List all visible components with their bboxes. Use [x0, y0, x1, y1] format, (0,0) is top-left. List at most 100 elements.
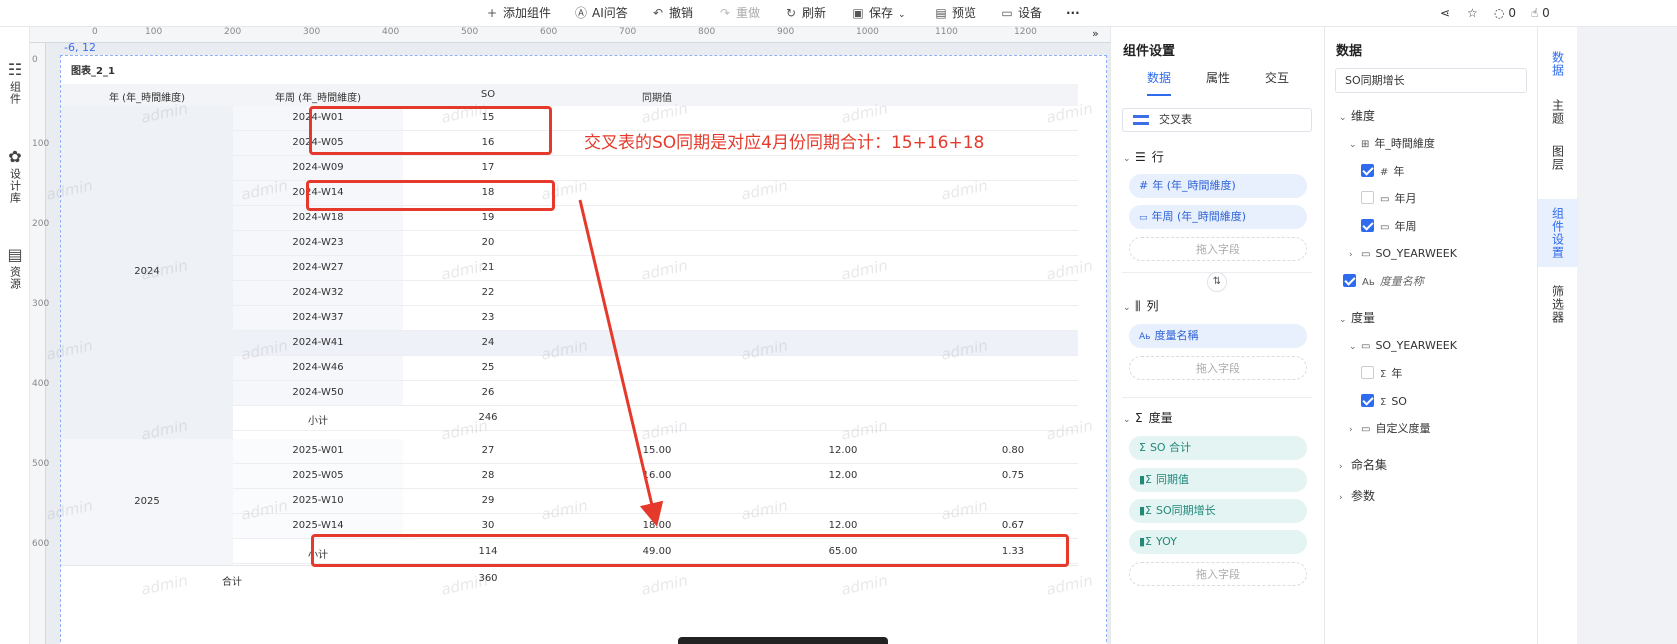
measure-drop-zone[interactable]: 拖入字段 — [1129, 562, 1307, 586]
measure-section[interactable]: ⌄ 度量 — [1339, 310, 1375, 326]
checkbox-checked[interactable] — [1361, 219, 1374, 232]
checkbox-checked[interactable] — [1361, 394, 1374, 407]
chart-component[interactable]: 图表_2_1 年 (年_時間維度) 年周 (年_時間維度) SO 同期值 202… — [45, 55, 1107, 644]
chevron-down-icon: ⌄ — [1123, 303, 1131, 313]
redo-button[interactable]: ↷ 重做 — [718, 4, 760, 22]
tab-theme[interactable]: 主题 — [1538, 93, 1578, 139]
row-field-week[interactable]: ▭ 年周 (年_時間維度) — [1129, 205, 1307, 229]
top-toolbar: + 添加组件 Ⓐ AI问答 ↶ 撤销 ↷ 重做 ↻ 刷新 ▣ 保存 ⌄ ▤ 预览 ▭ 设备 ···… — [0, 0, 1677, 27]
device-button[interactable]: ▭ 设备 — [1000, 4, 1042, 22]
measure-field[interactable]: ▮Σ SO同期增长 — [1129, 499, 1307, 523]
tree-leaf-measure-name[interactable]: Aь 度量名称 — [1343, 274, 1424, 290]
collapse-panel-icon[interactable]: » — [1092, 27, 1104, 41]
ai-qa-button[interactable]: Ⓐ AI问答 — [574, 4, 628, 22]
named-sets-section[interactable]: › 命名集 — [1339, 457, 1387, 473]
folder-icon: ▭ — [1361, 424, 1371, 435]
table-icon — [1133, 115, 1149, 125]
rows-icon: ☰ — [1135, 150, 1146, 164]
like-button[interactable]: ☝ 0 — [1531, 4, 1550, 22]
more-icon[interactable]: ··· — [1066, 4, 1080, 22]
ruler-label: 0 — [32, 55, 38, 65]
share-icon[interactable]: ⋖ — [1440, 4, 1450, 22]
row-field-year[interactable]: # 年 (年_時間維度) — [1129, 174, 1307, 198]
redo-icon: ↷ — [719, 6, 731, 20]
calc-measure-icon: ▮Σ — [1139, 535, 1153, 548]
ruler-label: 0 — [92, 27, 98, 37]
tab-component-settings[interactable]: 组件设置 — [1538, 199, 1578, 267]
rail-components[interactable]: ☷ 组件 — [0, 61, 30, 108]
tab-filters[interactable]: 筛选器 — [1538, 279, 1578, 329]
date-icon: ▭ — [1380, 222, 1390, 233]
sum-icon: Σ — [1139, 441, 1146, 454]
chevron-down-icon: ⌄ — [1339, 315, 1347, 325]
tree-node-measure-folder[interactable]: ⌄ ▭ SO_YEARWEEK — [1349, 338, 1457, 354]
columns-section-title[interactable]: ⌄ ⫼ 列 — [1123, 297, 1159, 314]
ruler-label: 300 — [303, 27, 321, 37]
tree-leaf-year[interactable]: # 年 — [1361, 164, 1404, 180]
refresh-button[interactable]: ↻ 刷新 — [784, 4, 826, 22]
settings-title: 组件设置 — [1123, 44, 1176, 59]
date-icon: ▭ — [1139, 213, 1148, 223]
chevron-down-icon: ⌄ — [1123, 415, 1131, 425]
chart-type-selector[interactable]: 交叉表 — [1122, 108, 1312, 132]
coordinate-readout: -6, 12 — [64, 41, 96, 54]
design-canvas[interactable]: 0 100 200 300 400 500 600 700 800 900 10… — [30, 27, 1186, 644]
dimension-section[interactable]: ⌄ 维度 — [1339, 108, 1375, 124]
tab-properties[interactable]: 属性 — [1206, 69, 1230, 86]
data-panel-title: 数据 — [1336, 44, 1363, 59]
ruler-label: 500 — [32, 459, 50, 469]
field-search-input[interactable]: SO同期增长 — [1335, 68, 1527, 93]
save-button[interactable]: ▣ 保存 ⌄ — [851, 4, 906, 22]
rail-design-library[interactable]: ✿ 设计库 — [0, 148, 30, 207]
divider — [1122, 397, 1312, 398]
checkbox-checked[interactable] — [1361, 164, 1374, 177]
tab-data-vertical[interactable]: 数据 — [1538, 45, 1578, 91]
add-component-button[interactable]: + 添加组件 — [485, 4, 551, 22]
measures-section-title[interactable]: ⌄ Σ 度量 — [1123, 409, 1173, 426]
measure-field[interactable]: ▮Σ YOY — [1129, 530, 1307, 554]
number-icon: # — [1139, 179, 1149, 192]
tree-node-custom-measure[interactable]: › ▭ 自定义度量 — [1349, 421, 1430, 437]
params-section[interactable]: › 参数 — [1339, 488, 1375, 504]
tree-leaf-measure-so[interactable]: Σ SO — [1361, 394, 1407, 410]
tab-interaction[interactable]: 交互 — [1265, 69, 1289, 86]
tree-leaf-week[interactable]: ▭ 年周 — [1361, 219, 1416, 235]
ruler-label: 600 — [540, 27, 558, 37]
tree-leaf-measure-year[interactable]: Σ年 — [1361, 366, 1402, 382]
preview-button[interactable]: ▤ 预览 — [934, 4, 976, 22]
checkbox-checked[interactable] — [1343, 274, 1356, 287]
measure-field[interactable]: Σ SO 合计 — [1129, 436, 1307, 460]
tree-node-time-dimension[interactable]: ⌄ ⊞ 年_時間維度 — [1349, 136, 1435, 152]
tree-node-folder[interactable]: › ▭ SO_YEARWEEK — [1349, 246, 1457, 262]
checkbox[interactable] — [1361, 366, 1374, 379]
chevron-down-icon: ⌄ — [1339, 113, 1347, 123]
chevron-down-icon: ⌄ — [898, 10, 906, 20]
column-drop-zone[interactable]: 拖入字段 — [1129, 356, 1307, 380]
tab-layers[interactable]: 图层 — [1538, 139, 1578, 185]
column-field-measure-name[interactable]: Aь 度量名稱 — [1129, 324, 1307, 348]
swap-icon[interactable]: ⇅ — [1207, 272, 1227, 292]
tree-leaf-month[interactable]: ▭ 年月 — [1361, 191, 1416, 207]
comment-button[interactable]: ◌ 0 — [1494, 4, 1516, 22]
star-icon[interactable]: ☆ — [1467, 4, 1478, 22]
horizontal-ruler: 0 100 200 300 400 500 600 700 800 900 10… — [30, 27, 1186, 43]
text-icon: Aь — [1362, 277, 1375, 288]
chevron-right-icon: › — [1339, 493, 1343, 503]
undo-button[interactable]: ↶ 撤销 — [651, 4, 693, 22]
rows-section-title[interactable]: ⌄ ☰ 行 — [1123, 148, 1164, 165]
number-icon: # — [1380, 167, 1389, 178]
measure-field[interactable]: ▮Σ 同期值 — [1129, 468, 1307, 492]
right-vertical-tabs: 数据 主题 图层 组件设置 筛选器 — [1537, 27, 1578, 644]
checkbox[interactable] — [1361, 191, 1374, 204]
measure-icon: Σ — [1135, 411, 1143, 425]
ruler-label: 100 — [145, 27, 163, 37]
sum-icon: Σ — [1380, 397, 1387, 408]
rail-resources[interactable]: ▤ 资源 — [0, 246, 30, 293]
folder-icon: ▭ — [1361, 341, 1371, 352]
row-drop-zone[interactable]: 拖入字段 — [1129, 237, 1307, 261]
plus-icon: + — [486, 6, 498, 20]
ruler-label: 1200 — [1014, 27, 1037, 37]
tab-data[interactable]: 数据 — [1147, 69, 1171, 86]
undo-icon: ↶ — [652, 6, 664, 20]
chevron-right-icon: › — [1349, 425, 1353, 435]
